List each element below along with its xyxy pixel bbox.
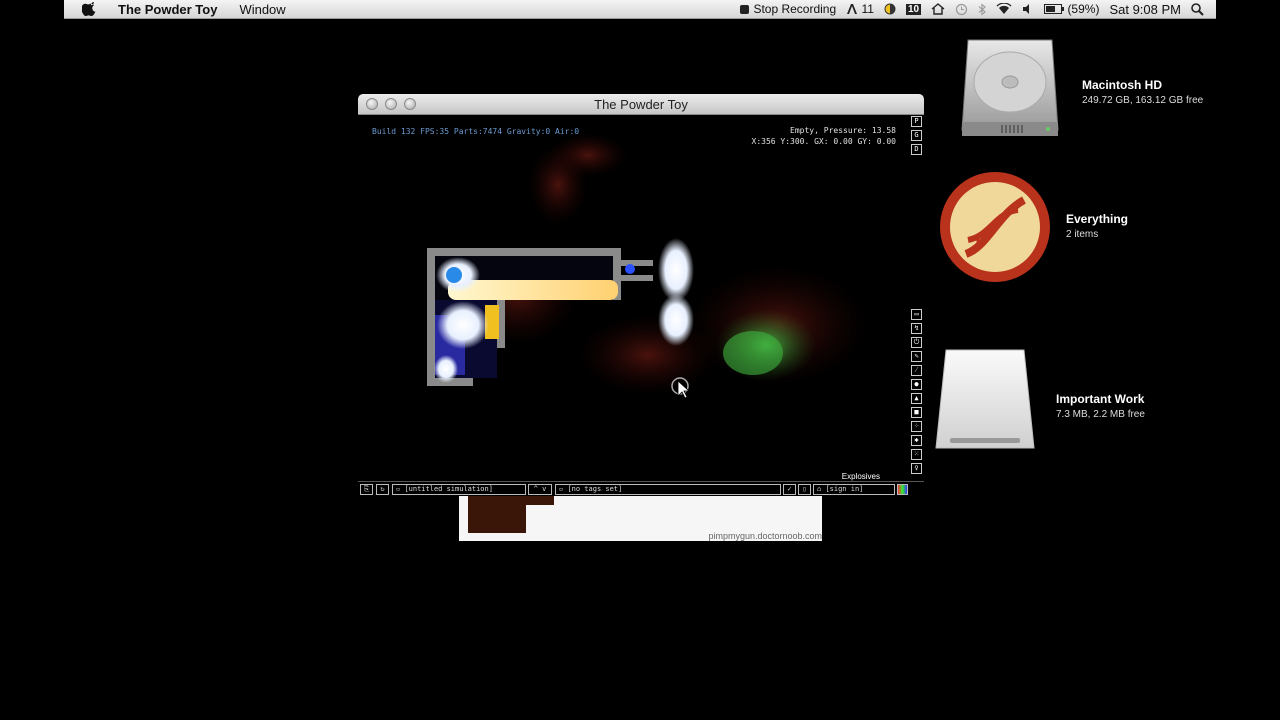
stop-recording-item[interactable]: Stop Recording bbox=[740, 2, 836, 16]
battery-item[interactable]: (59%) bbox=[1044, 2, 1099, 16]
time-machine-icon[interactable] bbox=[955, 3, 968, 16]
menu-window[interactable]: Window bbox=[239, 2, 285, 17]
stop-icon bbox=[740, 4, 750, 14]
background-browser-area: pimpmygun.doctornoob.com bbox=[459, 496, 822, 541]
explosives-category-icon[interactable]: ✱ bbox=[911, 435, 922, 446]
zoom-button[interactable] bbox=[404, 98, 416, 110]
wall-structure bbox=[427, 248, 621, 256]
macintosh-hd-detail: 249.72 GB, 163.12 GB free bbox=[1082, 95, 1204, 106]
powders-category-icon[interactable]: ⁘ bbox=[911, 421, 922, 432]
sign-in-button[interactable]: ⌂ [sign in] bbox=[813, 484, 895, 495]
minimize-button[interactable] bbox=[385, 98, 397, 110]
menu-app-name[interactable]: The Powder Toy bbox=[118, 2, 217, 17]
gases-category-icon[interactable]: ▲ bbox=[911, 393, 922, 404]
electronics-category-icon[interactable]: ↯ bbox=[911, 323, 922, 334]
everything-icon[interactable] bbox=[938, 170, 1052, 284]
everything-name: Everything bbox=[1066, 212, 1129, 226]
hard-drive-icon bbox=[961, 39, 1059, 136]
simulation-canvas[interactable]: Build 132 FPS:35 Parts:7474 Gravity:0 Ai… bbox=[358, 115, 910, 481]
vote-buttons[interactable]: ^ v bbox=[528, 484, 552, 495]
bluetooth-icon[interactable] bbox=[978, 2, 986, 16]
display-mode-icon[interactable] bbox=[897, 484, 908, 495]
sensors-category-icon[interactable]: ✎ bbox=[911, 351, 922, 362]
sign-in-text: [sign in] bbox=[825, 485, 864, 493]
site-watermark: pimpmygun.doctornoob.com bbox=[708, 531, 822, 541]
important-work-name: Important Work bbox=[1056, 392, 1145, 406]
window-title: The Powder Toy bbox=[594, 97, 688, 112]
debug-display-button[interactable]: D bbox=[911, 144, 922, 155]
everything-label[interactable]: Everything 2 items bbox=[1066, 212, 1128, 242]
brown-block-small bbox=[526, 496, 554, 505]
liquids-category-icon[interactable]: ● bbox=[911, 379, 922, 390]
status-circle-icon[interactable] bbox=[884, 3, 896, 15]
battery-percent: (59%) bbox=[1067, 2, 1100, 16]
adobe-updater-item[interactable]: 11 bbox=[846, 2, 874, 16]
open-save-icon[interactable]: ⎘ bbox=[360, 484, 373, 495]
menu-bar: The Powder Toy Window Stop Recording 11 … bbox=[64, 0, 1216, 19]
macintosh-hd-icon[interactable] bbox=[958, 36, 1062, 140]
force-category-icon[interactable]: ⁄ bbox=[911, 365, 922, 376]
dna-icon bbox=[940, 172, 1050, 282]
save-name-text: [untitled simulation] bbox=[404, 485, 493, 493]
home-icon[interactable] bbox=[931, 3, 945, 15]
stop-recording-label: Stop Recording bbox=[753, 2, 837, 16]
tool-sidebar: P G D ▭ ↯ ⏻ ✎ ⁄ ● ▲ ■ ⁘ ✱ ⁙ ♀ ❚❚ bbox=[910, 115, 924, 496]
important-work-detail: 7.3 MB, 2.2 MB free bbox=[1056, 409, 1145, 420]
power-category-icon[interactable]: ⏻ bbox=[911, 337, 922, 348]
solids-category-icon[interactable]: ■ bbox=[911, 407, 922, 418]
category-label: Explosives bbox=[841, 472, 880, 481]
walls-category-icon[interactable]: ▭ bbox=[911, 309, 922, 320]
simulation-scene bbox=[427, 133, 868, 399]
menu-clock[interactable]: Sat 9:08 PM bbox=[1109, 2, 1181, 17]
adobe-icon bbox=[847, 4, 858, 14]
gravity-display-button[interactable]: G bbox=[911, 130, 922, 141]
blue-particle bbox=[446, 267, 462, 283]
tools-category-icon[interactable]: ♀ bbox=[911, 463, 922, 474]
powder-toy-window: The Powder Toy Build 132 FPS:35 Parts:74… bbox=[358, 94, 924, 496]
macintosh-hd-label[interactable]: Macintosh HD 249.72 GB, 163.12 GB free bbox=[1082, 78, 1203, 108]
volume-icon[interactable] bbox=[1022, 3, 1034, 15]
wifi-icon[interactable] bbox=[996, 3, 1012, 15]
badge-value: 10 bbox=[907, 3, 920, 15]
pause-display-button[interactable]: P bbox=[911, 116, 922, 127]
window-titlebar[interactable]: The Powder Toy bbox=[358, 94, 924, 115]
tags-field[interactable]: ▫ [no tags set] bbox=[555, 484, 781, 495]
important-work-label[interactable]: Important Work 7.3 MB, 2.2 MB free bbox=[1056, 392, 1145, 422]
badge-icon[interactable]: 10 bbox=[905, 3, 922, 15]
spotlight-icon[interactable] bbox=[1191, 2, 1204, 16]
gun-burst bbox=[658, 238, 694, 302]
brown-block bbox=[468, 496, 526, 533]
special-category-icon[interactable]: ⁙ bbox=[911, 449, 922, 460]
bottom-toolbar: ⎘ ↻ ▫ [untitled simulation] ^ v ▫ [no ta… bbox=[358, 481, 924, 496]
adobe-count: 11 bbox=[861, 2, 874, 16]
clear-simulation-icon[interactable]: ✓ bbox=[783, 484, 796, 495]
everything-detail: 2 items bbox=[1066, 229, 1099, 240]
important-work-icon[interactable] bbox=[934, 348, 1036, 454]
close-button[interactable] bbox=[366, 98, 378, 110]
macintosh-hd-name: Macintosh HD bbox=[1082, 78, 1163, 92]
external-drive-icon bbox=[935, 349, 1035, 449]
apple-icon[interactable] bbox=[82, 2, 96, 16]
status-area: Stop Recording 11 10 (59%) Sat 9:08 PM bbox=[740, 2, 1216, 17]
reload-icon[interactable]: ↻ bbox=[376, 484, 389, 495]
save-name-field[interactable]: ▫ [untitled simulation] bbox=[392, 484, 526, 495]
tags-text: [no tags set] bbox=[567, 485, 623, 493]
new-document-icon[interactable]: ▯ bbox=[798, 484, 811, 495]
battery-icon bbox=[1044, 4, 1065, 14]
